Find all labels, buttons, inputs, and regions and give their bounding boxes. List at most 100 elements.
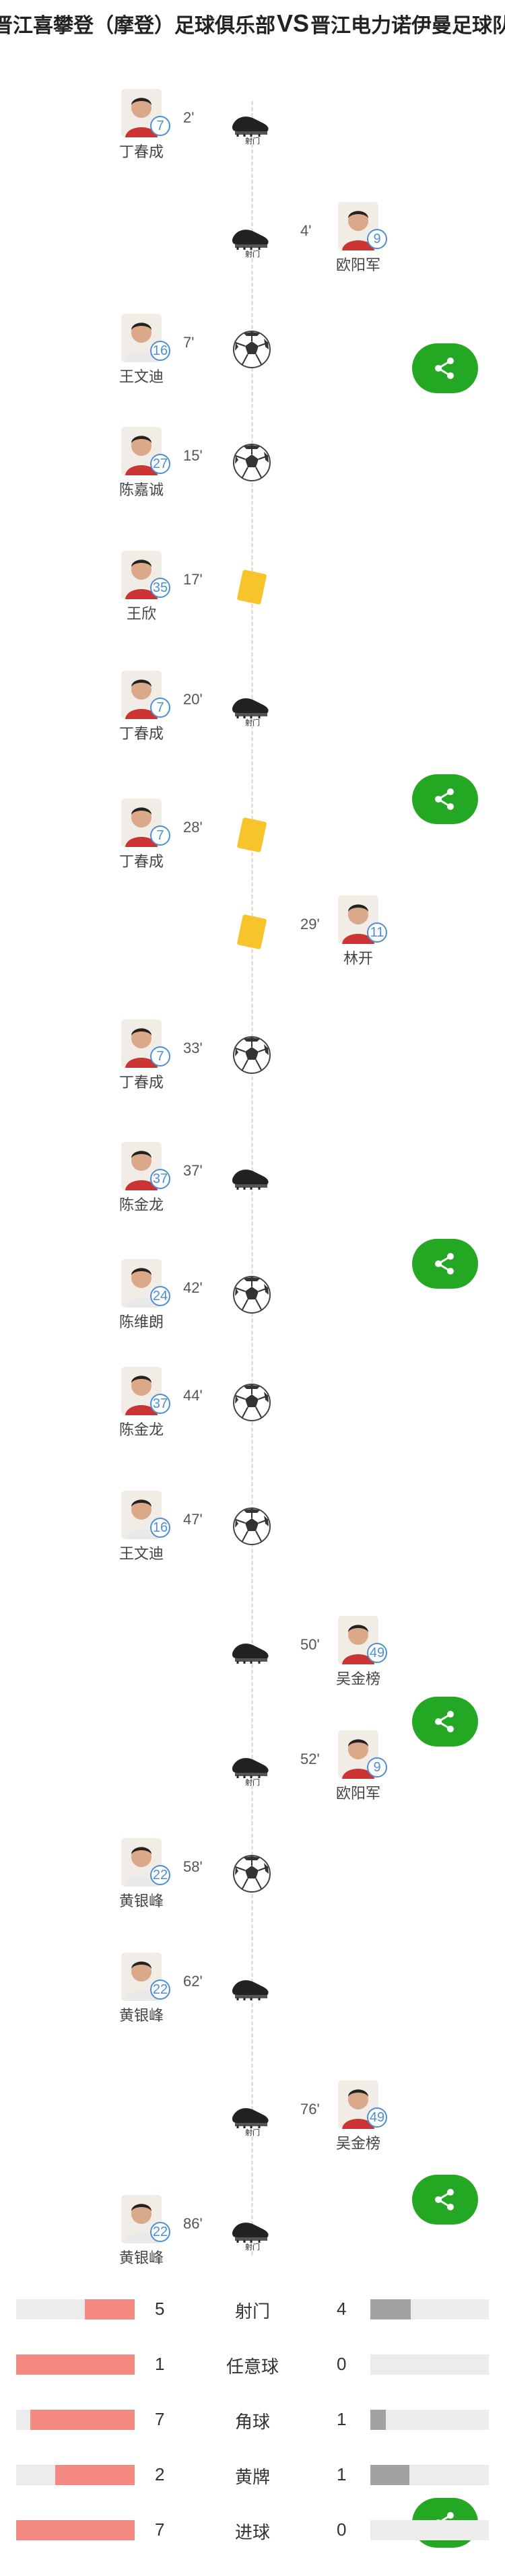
player-card[interactable]: 9 欧阳军 — [318, 202, 399, 283]
player-name: 陈嘉诚 — [119, 481, 164, 498]
player-card[interactable]: 37 陈金龙 — [101, 1142, 182, 1223]
event-minute: 20' — [183, 691, 203, 708]
stat-label: 角球 — [234, 2412, 270, 2432]
player-card[interactable]: 16 王文迪 — [101, 1491, 182, 1571]
goal-ball-icon — [228, 1031, 275, 1079]
away-bar-track — [370, 2410, 489, 2430]
player-card[interactable]: 22 黄银峰 — [101, 1838, 182, 1919]
away-stat-value: 0 — [337, 2354, 347, 2374]
event-minute: 42' — [183, 1279, 203, 1296]
player-number-badge: 11 — [367, 922, 387, 943]
event-row: 62' 22 黄银峰 — [0, 1953, 505, 2033]
player-number-badge: 37 — [150, 1394, 170, 1414]
player-card[interactable]: 22 黄银峰 — [101, 2195, 182, 2276]
event-row: 射门 20' 7 丁春成 — [0, 671, 505, 751]
player-card[interactable]: 22 黄银峰 — [101, 1953, 182, 2033]
player-name: 王欣 — [126, 605, 156, 622]
player-number-badge: 16 — [150, 1518, 170, 1538]
event-row: 射门 2' 7 丁春成 — [0, 89, 505, 170]
boot-icon: 射门 — [228, 1742, 275, 1790]
goal-ball-icon — [228, 1850, 275, 1897]
event-minute: 52' — [300, 1751, 320, 1767]
event-row: 射门 4' 9 欧阳军 — [0, 202, 505, 283]
away-stat-bar — [370, 2299, 411, 2319]
player-number-badge: 49 — [367, 2107, 387, 2128]
home-stat-bar — [30, 2410, 135, 2430]
share-button[interactable] — [412, 2175, 478, 2225]
home-stat-bar — [16, 2354, 135, 2375]
event-minute: 62' — [183, 1973, 203, 1990]
player-number-badge: 22 — [150, 2222, 170, 2242]
stat-label: 射门 — [234, 2301, 270, 2321]
away-stat-bar — [370, 2465, 409, 2485]
event-row: 29' 11 林开 — [0, 895, 505, 976]
player-card[interactable]: 7 丁春成 — [101, 671, 182, 751]
player-card[interactable]: 24 陈维朗 — [101, 1259, 182, 1340]
player-card[interactable]: 16 王文迪 — [101, 314, 182, 395]
match-title: 晋江喜攀登（摩登）足球俱乐部 VS 晋江电力诺伊曼足球队 — [0, 0, 505, 47]
goal-ball-icon — [228, 439, 275, 486]
share-icon — [435, 358, 454, 379]
event-minute: 4' — [300, 222, 312, 239]
share-button[interactable] — [412, 774, 478, 824]
player-card[interactable]: 27 陈嘉诚 — [101, 427, 182, 508]
vs-label: VS — [276, 9, 310, 37]
event-minute: 33' — [183, 1040, 203, 1056]
event-row: 47' 16 王文迪 — [0, 1491, 505, 1571]
player-card[interactable]: 49 吴金榜 — [318, 2080, 399, 2161]
stat-row: 2 黄牌 1 — [0, 2462, 505, 2488]
event-minute: 50' — [300, 1636, 320, 1653]
player-card[interactable]: 49 吴金榜 — [318, 1616, 399, 1697]
home-stat-value: 1 — [155, 2354, 165, 2374]
event-minute: 17' — [183, 571, 203, 588]
boot-icon: 射门 — [228, 2093, 275, 2140]
event-minute: 86' — [183, 2215, 203, 2232]
player-card[interactable]: 11 林开 — [318, 895, 399, 976]
player-name: 王文迪 — [119, 1545, 164, 1562]
goal-ball-icon — [228, 1379, 275, 1426]
player-number-badge: 22 — [150, 1979, 170, 2000]
event-row: 射门 76' 49 吴金榜 — [0, 2080, 505, 2161]
player-number-badge: 7 — [150, 825, 170, 846]
player-number-badge: 37 — [150, 1169, 170, 1189]
player-card[interactable]: 7 丁春成 — [101, 799, 182, 879]
event-minute: 29' — [300, 916, 320, 933]
home-stat-value: 5 — [155, 2299, 165, 2319]
stat-row: 1 任意球 0 — [0, 2351, 505, 2378]
away-stat-bar — [370, 2410, 386, 2430]
player-name: 欧阳军 — [335, 1785, 380, 1802]
boot-icon: 射门 — [228, 101, 275, 148]
event-row: 17' 35 王欣 — [0, 551, 505, 632]
player-number-badge: 22 — [150, 1865, 170, 1885]
event-row: 50' 49 吴金榜 — [0, 1616, 505, 1697]
stat-row: 7 进球 0 — [0, 2517, 505, 2544]
player-number-badge: 16 — [150, 341, 170, 361]
share-button[interactable] — [412, 1239, 478, 1289]
player-card[interactable]: 7 丁春成 — [101, 89, 182, 170]
player-name: 丁春成 — [119, 853, 164, 870]
player-name: 丁春成 — [119, 143, 164, 160]
player-card[interactable]: 35 王欣 — [101, 551, 182, 632]
player-number-badge: 9 — [367, 229, 387, 249]
yellow-card-icon — [228, 811, 275, 858]
event-minute: 44' — [183, 1387, 203, 1404]
player-card[interactable]: 7 丁春成 — [101, 1019, 182, 1100]
player-name: 林开 — [343, 950, 373, 967]
stat-label: 进球 — [234, 2522, 270, 2542]
share-button[interactable] — [412, 343, 478, 393]
shot-label: 射门 — [245, 2128, 260, 2136]
boot-icon — [228, 1628, 275, 1675]
player-card[interactable]: 37 陈金龙 — [101, 1367, 182, 1448]
share-button[interactable] — [412, 1697, 478, 1747]
event-row: 37' 37 陈金龙 — [0, 1142, 505, 1223]
event-minute: 28' — [183, 819, 203, 836]
home-stat-value: 2 — [155, 2464, 165, 2484]
event-minute: 15' — [183, 447, 203, 464]
player-name: 黄银峰 — [119, 2249, 164, 2266]
yellow-card-icon — [228, 563, 275, 610]
goal-ball-icon — [228, 1503, 275, 1550]
boot-icon: 射门 — [228, 683, 275, 730]
event-minute: 37' — [183, 1162, 203, 1179]
player-card[interactable]: 9 欧阳军 — [318, 1730, 399, 1811]
event-row: 58' 22 黄银峰 — [0, 1838, 505, 1919]
